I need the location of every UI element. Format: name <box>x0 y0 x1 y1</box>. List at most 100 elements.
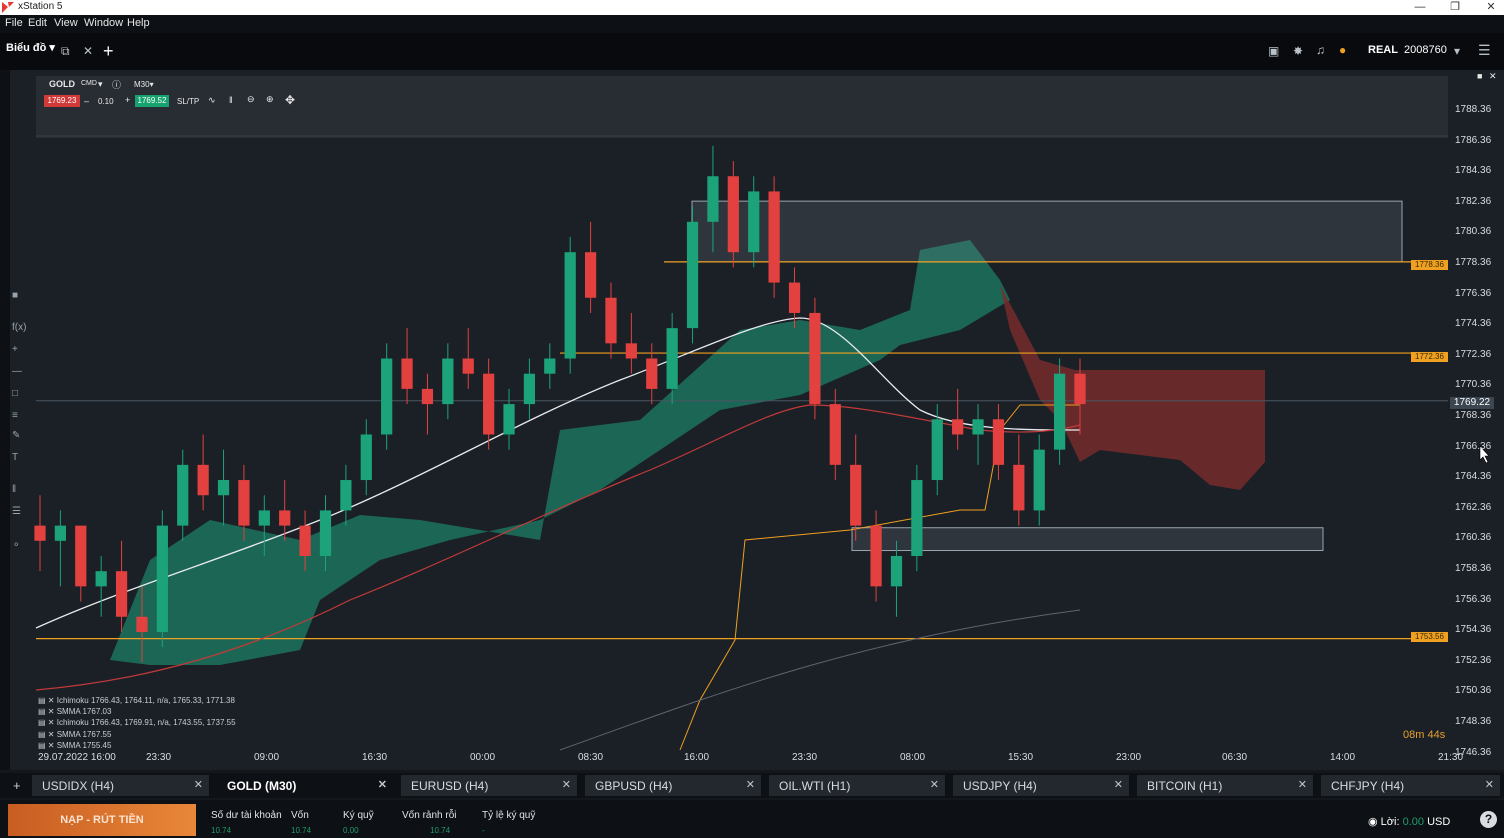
time-axis-label: 16:30 <box>362 752 388 763</box>
account-number[interactable]: 2008760 <box>1404 44 1447 56</box>
zoom-out-icon[interactable]: ⊖ <box>247 94 255 105</box>
cmd-label[interactable]: CMD <box>81 80 97 87</box>
tool-fibonacci-icon[interactable]: ≡ <box>12 410 18 421</box>
instrument-tab-label: USDJPY (H4) <box>963 779 1037 793</box>
symbol-label[interactable]: GOLD <box>49 79 75 89</box>
chart-tab[interactable]: Biểu đồ ▾ <box>6 41 55 54</box>
layout-icon[interactable]: ▣ <box>1268 44 1279 58</box>
level-tag[interactable]: 1778.36 <box>1411 260 1448 270</box>
currency-label: USD <box>1427 816 1451 828</box>
info-icon[interactable]: ⓘ <box>112 78 121 91</box>
close-tab-icon[interactable]: ✕ <box>1485 778 1494 791</box>
legend-text: Ichimoku 1766.43, 1764.11, n/a, 1765.33,… <box>56 696 235 705</box>
close-tab-icon[interactable]: ✕ <box>1114 778 1123 791</box>
legend-item[interactable]: ▤ ✕ Ichimoku 1766.43, 1769.91, n/a, 1743… <box>38 718 236 727</box>
close-window-button[interactable]: ✕ <box>1482 0 1500 14</box>
legend-text: SMMA 1767.03 <box>56 707 112 716</box>
zoom-in-icon[interactable]: ⊕ <box>266 94 274 105</box>
add-instrument-icon[interactable]: + <box>13 778 21 793</box>
indicators-icon[interactable]: ‖ <box>229 95 233 105</box>
timeframe-label: M30 <box>134 80 150 89</box>
maximize-button[interactable]: ❐ <box>1446 0 1464 14</box>
tool-function-icon[interactable]: f(x) <box>12 322 26 333</box>
move-icon[interactable]: ✥ <box>285 93 295 107</box>
instrument-tab[interactable]: USDJPY (H4) ✕ <box>953 775 1129 796</box>
menu-file[interactable]: File <box>5 17 23 29</box>
close-tab-icon[interactable]: ✕ <box>378 778 387 791</box>
sltp-button[interactable]: SL/TP <box>177 97 199 106</box>
tool-layers-icon[interactable]: ☰ <box>12 506 21 517</box>
hamburger-menu-icon[interactable]: ☰ <box>1478 42 1491 59</box>
price-axis-label: 1760.36 <box>1455 532 1492 544</box>
legend-item[interactable]: ▤ ✕ Ichimoku 1766.43, 1764.11, n/a, 1765… <box>38 696 235 705</box>
account-dropdown-icon[interactable]: ▾ <box>1454 44 1460 58</box>
tool-share-icon[interactable]: ⚬ <box>12 540 20 551</box>
level-tag[interactable]: 1772.36 <box>1411 352 1448 362</box>
close-tab-icon[interactable]: ✕ <box>194 778 203 791</box>
minimize-button[interactable]: — <box>1411 0 1429 14</box>
time-axis-label: 09:00 <box>254 752 280 763</box>
free-margin-label: Vốn rảnh rỗi <box>402 810 457 821</box>
legend-item[interactable]: ▤ ✕ SMMA 1767.55 <box>38 730 111 739</box>
legend-item[interactable]: ▤ ✕ SMMA 1755.45 <box>38 741 111 750</box>
volume-input[interactable]: 0.10 <box>98 97 114 106</box>
signals-icon[interactable]: ✸ <box>1293 44 1303 58</box>
time-axis-label: 15:30 <box>1008 752 1034 763</box>
time-axis-label: 29.07.2022 16:00 <box>38 752 116 763</box>
instrument-tab[interactable]: USDIDX (H4) ✕ <box>32 775 209 796</box>
menu-edit[interactable]: Edit <box>28 17 47 29</box>
volume-increase-button[interactable]: + <box>125 95 130 105</box>
close-tab-icon[interactable]: ✕ <box>562 778 571 791</box>
level-tag[interactable]: 1753.56 <box>1411 632 1448 642</box>
bell-icon[interactable]: ♫ <box>1316 43 1325 57</box>
tool-pen-icon[interactable]: ✎ <box>12 430 20 441</box>
help-icon[interactable]: ? <box>1480 811 1497 828</box>
close-tab-icon[interactable]: ✕ <box>930 778 939 791</box>
timeframe-select[interactable]: M30▾ <box>134 80 154 89</box>
price-axis-label: 1752.36 <box>1455 654 1492 666</box>
price-axis-label: 1782.36 <box>1455 195 1492 207</box>
price-axis-label: 1762.36 <box>1455 501 1492 513</box>
chart-area[interactable] <box>10 70 1504 770</box>
chart-close-icon[interactable]: ✕ <box>1489 71 1497 82</box>
sell-button[interactable]: 1769.23 <box>44 95 80 107</box>
margin-label: Ký quỹ <box>343 810 374 821</box>
time-axis-label: 08:00 <box>900 752 926 763</box>
time-axis-label: 23:30 <box>792 752 818 763</box>
buy-button[interactable]: 1769.52 <box>135 95 169 107</box>
tool-line-icon[interactable]: — <box>12 366 22 377</box>
instrument-tab-label: EURUSD (H4) <box>411 779 489 793</box>
top-bar: Biểu đồ ▾ ⧉ ✕ + ▣ ✸ ♫ ● REAL 2008760 ▾ ☰ <box>0 33 1504 70</box>
tool-select-icon[interactable]: ■ <box>12 290 18 301</box>
instrument-tab-label: GOLD (M30) <box>227 779 297 793</box>
menu-window[interactable]: Window <box>84 17 123 29</box>
instrument-tab[interactable]: GOLD (M30) ✕ <box>217 775 393 796</box>
popout-icon[interactable]: ⧉ <box>61 44 70 59</box>
menu-help[interactable]: Help <box>127 17 150 29</box>
tool-rectangle-icon[interactable]: □ <box>12 388 18 399</box>
add-tab-icon[interactable]: + <box>103 41 114 62</box>
close-tab-icon[interactable]: ✕ <box>1298 778 1307 791</box>
instrument-tab[interactable]: BITCOIN (H1) ✕ <box>1137 775 1313 796</box>
close-tab-icon[interactable]: ✕ <box>83 44 93 58</box>
tool-crosshair-icon[interactable]: + <box>12 344 18 355</box>
tool-text-icon[interactable]: T <box>12 452 18 463</box>
close-tab-icon[interactable]: ✕ <box>746 778 755 791</box>
menu-view[interactable]: View <box>54 17 78 29</box>
chart-type-icon[interactable]: ∿ <box>208 95 216 106</box>
cmd-dropdown-icon[interactable]: ▾ <box>98 79 103 90</box>
instrument-tab[interactable]: CHFJPY (H4) ✕ <box>1321 775 1500 796</box>
deposit-withdraw-button[interactable]: NẠP - RÚT TIỀN <box>8 804 196 836</box>
legend-item[interactable]: ▤ ✕ SMMA 1767.03 <box>38 707 111 716</box>
volume-decrease-button[interactable]: – <box>84 96 89 106</box>
instrument-tab[interactable]: GBPUSD (H4) ✕ <box>585 775 761 796</box>
legend-text: SMMA 1755.45 <box>56 741 112 750</box>
margin-level-value: - <box>482 826 485 835</box>
chart-window-icon[interactable]: ■ <box>1477 71 1482 81</box>
legend-text: Ichimoku 1766.43, 1769.91, n/a, 1743.55,… <box>56 718 236 727</box>
instrument-tab[interactable]: EURUSD (H4) ✕ <box>401 775 577 796</box>
tool-indicators-icon[interactable]: ‖ <box>12 484 16 495</box>
window-title: xStation 5 <box>18 1 63 12</box>
current-price-tag: 1769.22 <box>1450 397 1494 409</box>
instrument-tab[interactable]: OIL.WTI (H1) ✕ <box>769 775 945 796</box>
